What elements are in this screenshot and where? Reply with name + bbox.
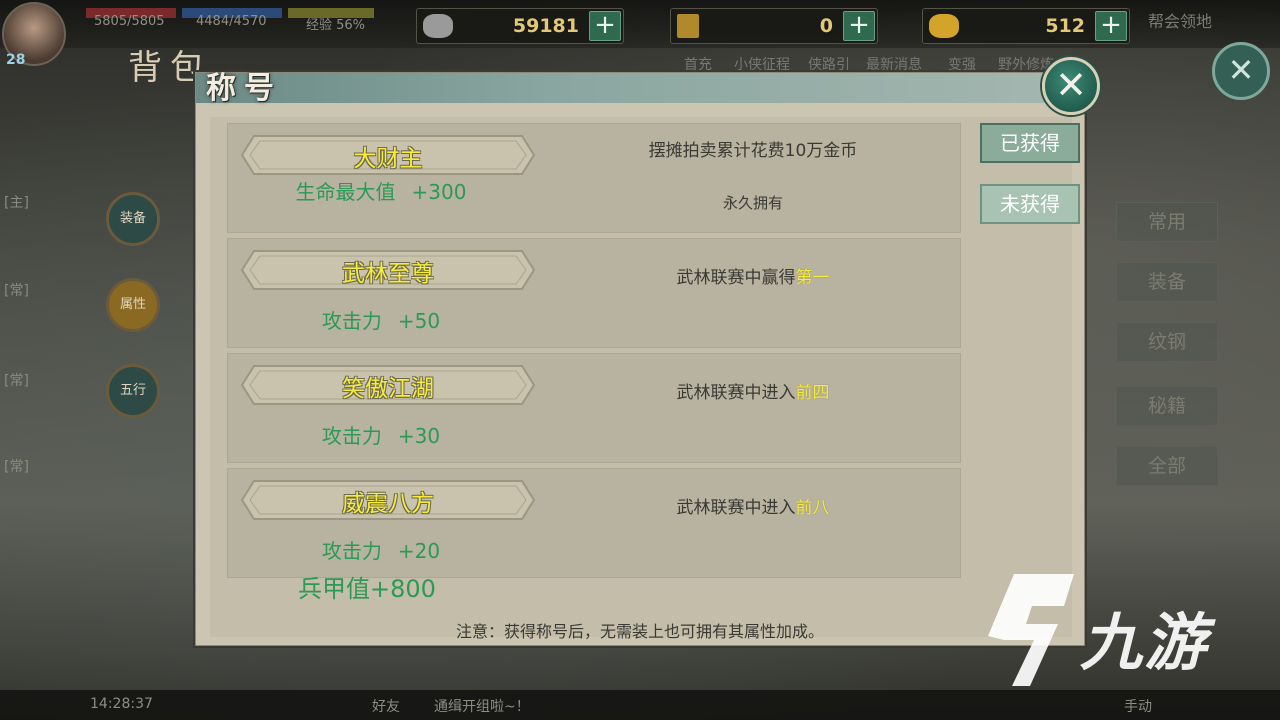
side-tab-five-elements[interactable]: 五行 xyxy=(106,364,160,418)
condition-highlight: 前四 xyxy=(795,383,830,403)
bonus-stat: 攻击力 xyxy=(321,539,382,563)
bag-tab-manuals[interactable]: 秘籍 xyxy=(1116,386,1218,426)
menu-first-charge[interactable]: 首充 xyxy=(684,54,712,74)
bonus-stat: 攻击力 xyxy=(321,309,382,333)
title-duration: 永久拥有 xyxy=(722,194,783,212)
bonus-value: +30 xyxy=(397,424,441,448)
backpack-close-button[interactable]: ✕ xyxy=(1212,42,1270,100)
title-bonus: 攻击力 +20 xyxy=(228,535,534,564)
bottom-hud xyxy=(0,690,1280,720)
menu-journey[interactable]: 小侠征程 xyxy=(734,54,790,74)
total-armor-value: 兵甲值+800 xyxy=(298,575,436,603)
dialog-note: 注意：获得称号后，无需装上也可拥有其属性加成。 xyxy=(455,622,824,641)
guild-territory-link[interactable]: 帮会领地 xyxy=(1148,8,1212,32)
title-name: 武林至尊 xyxy=(342,261,434,287)
clock: 14:28:37 xyxy=(90,696,153,712)
menu-strengthen[interactable]: 变强 xyxy=(948,54,976,74)
chat-tag-common-3: [常] xyxy=(4,459,29,475)
condition-highlight: 第一 xyxy=(795,268,830,288)
title-condition: 摆摊拍卖累计花费10万金币 xyxy=(538,136,968,161)
title-row[interactable]: 武林至尊 攻击力 +50 武林联赛中赢得第一 xyxy=(227,238,961,348)
bonus-value: +50 xyxy=(397,309,441,333)
bonus-value: +300 xyxy=(411,180,467,204)
bonus-value: +20 xyxy=(397,539,441,563)
bag-tab-all[interactable]: 全部 xyxy=(1116,446,1218,486)
side-tab-equipment[interactable]: 装备 xyxy=(106,192,160,246)
bag-tab-steel[interactable]: 纹钢 xyxy=(1116,322,1218,362)
add-gold-button[interactable]: + xyxy=(1095,11,1127,41)
token-icon xyxy=(677,14,699,38)
dialog-header xyxy=(196,73,1084,103)
bonus-stat: 生命最大值 xyxy=(295,180,396,204)
title-plaque: 大财主 xyxy=(240,134,536,176)
title-condition: 武林联赛中赢得第一 xyxy=(538,263,968,288)
add-silver-button[interactable]: + xyxy=(589,11,621,41)
title-plaque: 笑傲江湖 xyxy=(240,364,536,406)
player-level: 28 xyxy=(6,52,26,68)
chat-message: 通缉开组啦~！ xyxy=(434,699,530,715)
title-condition: 武林联赛中进入前八 xyxy=(538,493,968,518)
filter-obtained-button[interactable]: 已获得 xyxy=(980,123,1080,163)
condition-text: 武林联赛中进入 xyxy=(676,498,796,518)
title-row[interactable]: 威震八方 攻击力 +20 武林联赛中进入前八 xyxy=(227,468,961,578)
title-plaque: 威震八方 xyxy=(240,479,536,521)
dialog-title: 称号 xyxy=(206,71,282,106)
bonus-stat: 攻击力 xyxy=(321,424,382,448)
title-condition: 武林联赛中进入前四 xyxy=(538,378,968,403)
silver-amount: 59181 xyxy=(512,15,579,37)
jiuyou-logo-icon xyxy=(988,574,1074,686)
gold-currency: 512 + xyxy=(922,8,1130,44)
silver-ingot-icon xyxy=(423,14,453,38)
add-token-button[interactable]: + xyxy=(843,11,875,41)
dialog-body: 大财主 生命最大值 +300 摆摊拍卖累计花费10万金币 永久拥有 武林至尊 攻击… xyxy=(210,117,1080,637)
silver-currency: 59181 + xyxy=(416,8,624,44)
title-bonus: 攻击力 +50 xyxy=(228,305,534,334)
friends-button[interactable]: 好友 xyxy=(372,696,400,716)
exp-text: 经验 56% xyxy=(306,18,366,33)
title-plaque: 武林至尊 xyxy=(240,249,536,291)
bag-tab-common[interactable]: 常用 xyxy=(1116,202,1218,242)
mp-text: 4484/4570 xyxy=(196,14,267,29)
title-row[interactable]: 笑傲江湖 攻击力 +30 武林联赛中进入前四 xyxy=(227,353,961,463)
title-bonus: 生命最大值 +300 xyxy=(228,176,534,205)
close-icon: ✕ xyxy=(1055,63,1087,107)
title-name: 威震八方 xyxy=(342,491,434,517)
manual-mode-toggle[interactable]: 手动 xyxy=(1124,696,1152,716)
chat-tag-main: [主] xyxy=(4,195,29,211)
side-tab-attributes[interactable]: 属性 xyxy=(106,278,160,332)
watermark-text: 九游 xyxy=(1080,606,1209,679)
token-amount: 0 xyxy=(819,15,833,37)
menu-guide[interactable]: 侠路引 xyxy=(808,54,850,74)
condition-text: 摆摊拍卖累计花费10万金币 xyxy=(648,141,858,161)
gold-ingot-icon xyxy=(929,14,959,38)
token-currency: 0 + xyxy=(670,8,878,44)
title-bonus: 攻击力 +30 xyxy=(228,420,534,449)
close-dialog-button[interactable]: ✕ xyxy=(1042,57,1100,115)
chat-tag-common-2: [常] xyxy=(4,373,29,389)
title-name: 大财主 xyxy=(353,146,423,172)
condition-text: 武林联赛中赢得 xyxy=(676,268,796,288)
condition-highlight: 前八 xyxy=(795,498,830,518)
bag-tab-equipment[interactable]: 装备 xyxy=(1116,262,1218,302)
chat-tag-common-1: [常] xyxy=(4,283,29,299)
filter-not-obtained-button[interactable]: 未获得 xyxy=(980,184,1080,224)
menu-news[interactable]: 最新消息 xyxy=(866,54,922,74)
title-name: 笑傲江湖 xyxy=(342,376,434,402)
gold-amount: 512 xyxy=(1045,15,1085,37)
hp-text: 5805/5805 xyxy=(94,14,165,29)
title-dialog: 称号 大财主 生命最大值 +300 摆摊拍卖累计花费10万金币 永久拥有 武林至… xyxy=(195,71,1085,646)
title-row[interactable]: 大财主 生命最大值 +300 摆摊拍卖累计花费10万金币 永久拥有 xyxy=(227,123,961,233)
condition-text: 武林联赛中进入 xyxy=(676,383,796,403)
jiuyou-watermark-logo: 九游 xyxy=(984,566,1244,690)
